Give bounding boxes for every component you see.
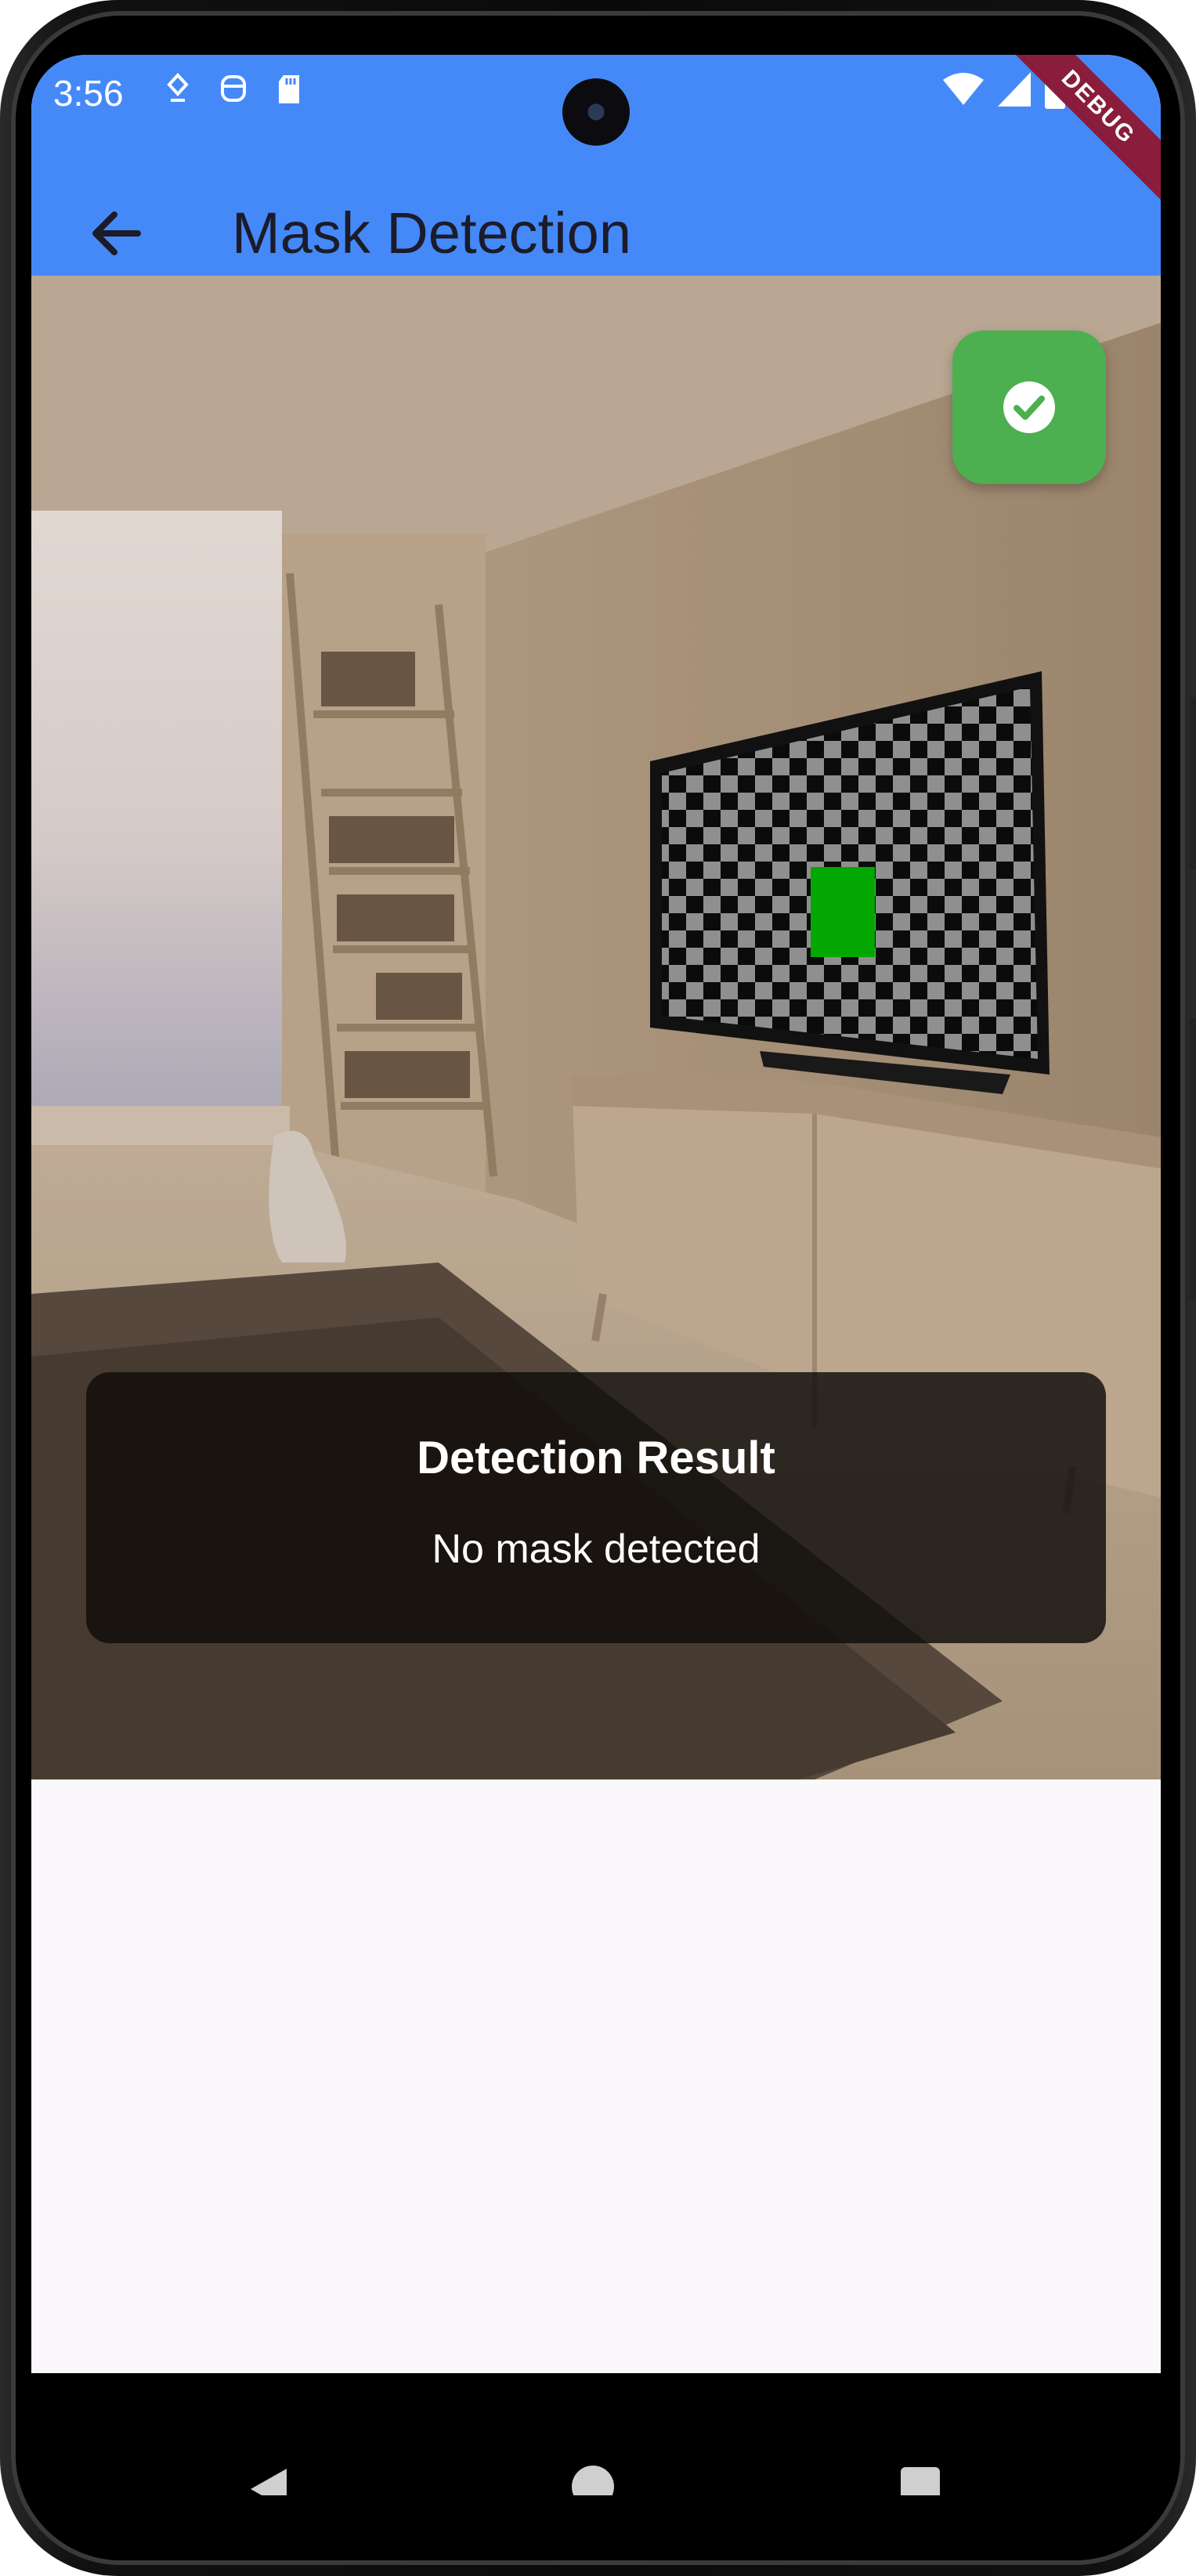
page-title: Mask Detection xyxy=(232,201,631,266)
nav-recents-icon[interactable] xyxy=(901,2467,940,2495)
back-button[interactable] xyxy=(78,194,157,273)
volume-button xyxy=(1190,697,1196,869)
status-check-button[interactable] xyxy=(952,331,1106,484)
check-circle-icon xyxy=(1003,381,1055,433)
app-bar: 3:56 DEBUG Mask Detection xyxy=(31,55,1161,276)
power-button xyxy=(1190,1018,1196,1300)
detection-result-card: Detection Result No mask detected xyxy=(86,1372,1106,1643)
arrow-left-icon xyxy=(92,211,141,255)
nav-home-icon[interactable] xyxy=(572,2466,614,2495)
camera-preview: Detection Result No mask detected xyxy=(31,276,1161,1779)
system-nav-bar xyxy=(31,2373,1161,2495)
sd-card-icon xyxy=(279,75,299,103)
phone-frame: 3:56 DEBUG Mask Detection Detection Resu… xyxy=(0,0,1196,2576)
face-icon xyxy=(221,75,246,102)
status-time: 3:56 xyxy=(53,73,124,114)
location-icon xyxy=(167,73,189,102)
nav-back-icon[interactable] xyxy=(248,2466,290,2495)
signal-icon xyxy=(998,72,1031,107)
wifi-icon xyxy=(943,73,984,105)
result-title: Detection Result xyxy=(417,1433,775,1483)
result-message: No mask detected xyxy=(432,1526,761,1572)
screen: 3:56 DEBUG Mask Detection Detection Resu… xyxy=(31,55,1161,2495)
front-camera xyxy=(562,78,630,146)
empty-content-area xyxy=(31,1779,1161,2373)
status-icons-left xyxy=(164,72,302,107)
